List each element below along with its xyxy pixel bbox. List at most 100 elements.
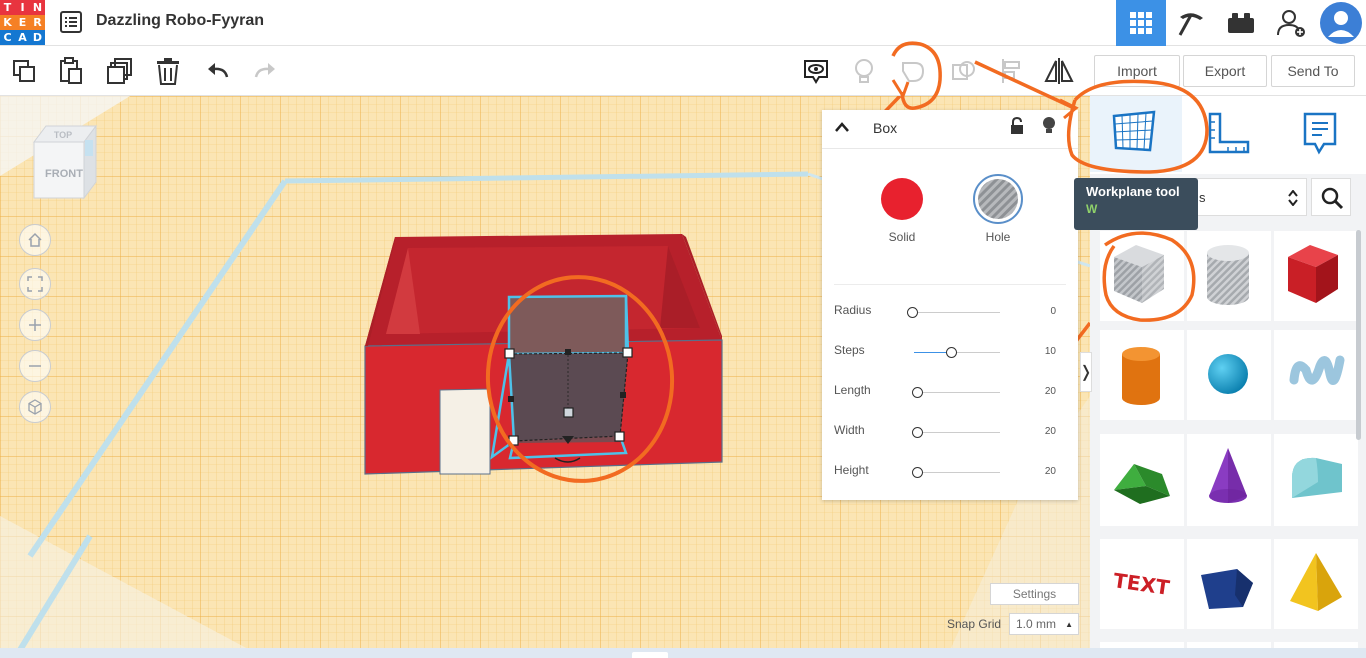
box-icon xyxy=(1288,245,1338,303)
shape-inspector-panel: Box Solid Hole Radius 0 Steps 10 Length 20 Wid… xyxy=(822,110,1078,500)
add-user-icon[interactable] xyxy=(1266,0,1316,46)
resize-handle[interactable] xyxy=(504,348,515,359)
ungroup-icon[interactable] xyxy=(948,56,978,86)
property-value-width[interactable]: 20 xyxy=(1045,426,1056,437)
perspective-icon[interactable] xyxy=(19,391,51,423)
search-icon xyxy=(1321,187,1344,210)
paste-icon[interactable] xyxy=(56,56,86,86)
home-view-icon[interactable] xyxy=(19,224,51,256)
export-button[interactable]: Export xyxy=(1183,55,1267,87)
property-slider-knob[interactable] xyxy=(946,347,957,358)
shape-polygon[interactable] xyxy=(1187,539,1271,629)
logo-letter: I xyxy=(15,0,30,15)
text-icon: TEXT xyxy=(1112,568,1172,600)
user-avatar-icon[interactable] xyxy=(1316,0,1366,46)
logo-letter: N xyxy=(30,0,45,15)
round-roof-icon xyxy=(1292,457,1342,498)
zoom-in-icon[interactable] xyxy=(19,309,51,341)
delete-icon[interactable] xyxy=(153,56,183,86)
duplicate-icon[interactable] xyxy=(105,56,135,86)
zoom-out-icon[interactable] xyxy=(19,350,51,382)
shape-library-value: s xyxy=(1199,190,1206,205)
light-bulb-icon[interactable] xyxy=(849,56,879,86)
property-slider-track[interactable] xyxy=(914,432,1000,433)
shape-roof[interactable] xyxy=(1100,434,1184,526)
design-list-icon[interactable] xyxy=(60,11,82,33)
hole-swatch[interactable] xyxy=(973,174,1023,224)
ruler-icon[interactable] xyxy=(1206,110,1252,156)
logo-letter: E xyxy=(15,15,30,30)
shape-pyramid[interactable] xyxy=(1274,539,1358,629)
caret-up-icon: ▲ xyxy=(1065,619,1073,629)
shape-box-hole[interactable] xyxy=(1100,231,1184,321)
snap-grid-select[interactable]: 1.0 mm ▲ xyxy=(1009,613,1079,635)
sidebar-scrollbar[interactable] xyxy=(1356,230,1361,440)
mirror-icon[interactable] xyxy=(1044,56,1074,86)
notes-icon[interactable] xyxy=(801,56,831,86)
resize-handle[interactable] xyxy=(622,347,633,358)
search-button[interactable] xyxy=(1311,178,1351,216)
property-slider-track[interactable] xyxy=(914,312,1000,313)
tooltip-shortcut: W xyxy=(1086,202,1098,216)
lock-icon[interactable] xyxy=(1009,117,1025,135)
workplane-tool-button[interactable] xyxy=(1090,96,1182,172)
fit-view-icon[interactable] xyxy=(19,268,51,300)
select-arrows-icon xyxy=(1288,190,1298,206)
property-slider-track[interactable] xyxy=(914,472,1000,473)
settings-button[interactable]: Settings xyxy=(990,583,1079,605)
shape-cone[interactable] xyxy=(1187,434,1271,526)
resize-handle[interactable] xyxy=(614,431,625,442)
property-value-steps[interactable]: 10 xyxy=(1045,346,1056,357)
property-slider-knob[interactable] xyxy=(907,307,918,318)
brick-icon[interactable] xyxy=(1216,0,1266,46)
height-handle[interactable] xyxy=(563,407,574,418)
shape-cylinder-hole[interactable] xyxy=(1187,231,1271,321)
shape-text[interactable]: TEXT xyxy=(1100,539,1184,629)
property-slider-track[interactable] xyxy=(914,392,1000,393)
property-slider-knob[interactable] xyxy=(912,387,923,398)
bottom-handle[interactable] xyxy=(632,652,668,658)
property-value-length[interactable]: 20 xyxy=(1045,386,1056,397)
box-hole-icon xyxy=(1114,245,1164,303)
door-opening xyxy=(439,388,491,475)
roof-icon xyxy=(1114,464,1170,504)
shape-sphere[interactable] xyxy=(1187,330,1271,420)
top-bar: TINKERCAD Dazzling Robo-Fyyran xyxy=(0,0,1366,46)
property-label-radius: Radius xyxy=(834,303,872,317)
view-cube-top-label[interactable]: TOP xyxy=(54,130,72,140)
design-title[interactable]: Dazzling Robo-Fyyran xyxy=(96,12,264,30)
logo-letter: K xyxy=(0,15,15,30)
solid-label: Solid xyxy=(888,230,916,244)
property-value-height[interactable]: 20 xyxy=(1045,466,1056,477)
copy-icon[interactable] xyxy=(9,56,39,86)
shape-scribble[interactable] xyxy=(1274,330,1358,420)
undo-icon[interactable] xyxy=(203,56,233,86)
light-bulb-icon[interactable] xyxy=(1042,116,1056,136)
shape-round-roof[interactable] xyxy=(1274,434,1358,526)
property-slider-knob[interactable] xyxy=(912,427,923,438)
property-label-width: Width xyxy=(834,423,865,437)
shape-box[interactable] xyxy=(1274,231,1358,321)
workplane-icon xyxy=(1112,110,1156,152)
property-value-radius[interactable]: 0 xyxy=(1050,306,1056,317)
view-cube-front-label[interactable]: FRONT xyxy=(45,168,83,180)
property-label-height: Height xyxy=(834,463,869,477)
3d-design-grid-icon[interactable] xyxy=(1116,0,1166,46)
notes-panel-icon[interactable] xyxy=(1302,110,1338,156)
view-cube[interactable]: TOP FRONT xyxy=(28,122,104,202)
align-icon[interactable] xyxy=(997,56,1027,86)
solid-color-swatch[interactable] xyxy=(881,178,923,220)
group-icon[interactable] xyxy=(898,56,928,86)
selected-hole-box[interactable] xyxy=(508,352,629,442)
import-button[interactable]: Import xyxy=(1094,55,1180,87)
tinkercad-logo[interactable]: TINKERCAD xyxy=(0,0,46,46)
send-to-button[interactable]: Send To xyxy=(1271,55,1355,87)
logo-letter: D xyxy=(30,30,45,45)
workplane-tooltip: Workplane tool W xyxy=(1074,178,1198,230)
pickaxe-icon[interactable] xyxy=(1166,0,1216,46)
expand-panel-chevron-icon[interactable]: ❭ xyxy=(1079,352,1093,392)
redo-icon[interactable] xyxy=(250,56,280,86)
shape-cylinder[interactable] xyxy=(1100,330,1184,420)
property-slider-knob[interactable] xyxy=(912,467,923,478)
collapse-chevron-icon[interactable] xyxy=(834,120,850,134)
